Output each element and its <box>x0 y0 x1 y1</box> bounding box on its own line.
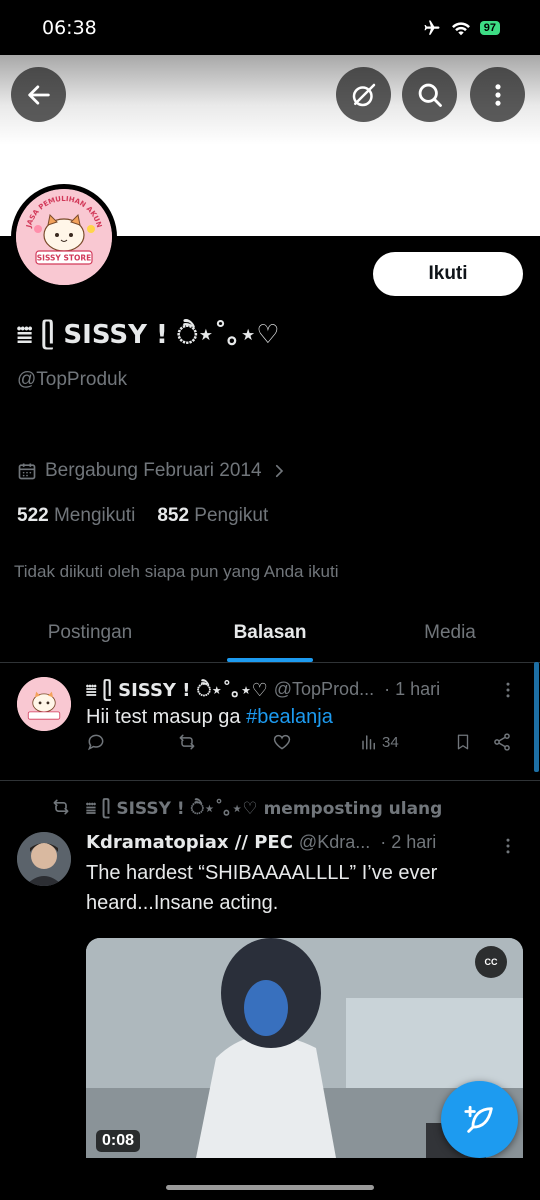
post-avatar[interactable] <box>17 832 71 886</box>
svg-text:SISSY STORE: SISSY STORE <box>37 254 92 263</box>
repost-button[interactable] <box>176 732 198 752</box>
post-author-handle[interactable]: @TopProd... <box>274 679 374 700</box>
post-author-name[interactable]: ⩸ ᥫ SISSY ! ੈ⋆˚｡⋆♡ <box>86 676 268 702</box>
post-time: · 1 hari <box>384 678 441 699</box>
views-count: 34 <box>382 733 399 751</box>
username-handle: @TopProduk <box>17 369 128 390</box>
back-button[interactable] <box>11 67 66 122</box>
post-text-body: Hii test masup ga <box>86 706 247 728</box>
post-time: · 2 hari <box>380 832 437 852</box>
following-label: Mengikuti <box>53 505 136 526</box>
post-item[interactable]: ⩸ ᥫ SISSY ! ੈ⋆˚｡⋆♡ @TopProd... · 1 hari … <box>0 664 540 780</box>
video-duration: 0:08 <box>96 1130 141 1152</box>
post-avatar[interactable] <box>17 677 71 731</box>
display-name: ⩸ ᥫ SISSY ! ੈ⋆˚｡⋆♡ <box>17 320 280 350</box>
battery-indicator: 97 <box>479 20 500 35</box>
feather-plus-icon <box>463 1105 493 1133</box>
tab-replies[interactable]: Balasan <box>180 603 360 662</box>
chevron-right-icon <box>275 464 283 478</box>
status-icons: 97 <box>422 19 500 37</box>
reply-button[interactable] <box>86 732 106 752</box>
calendar-icon <box>18 463 36 480</box>
post-more-icon[interactable] <box>498 836 518 856</box>
join-date-text: Bergabung Februari 2014 <box>45 460 262 481</box>
post-header: ⩸ ᥫ SISSY ! ੈ⋆˚｡⋆♡ @TopProd... · 1 hari <box>86 676 506 702</box>
search-icon <box>418 83 442 107</box>
reply-icon <box>87 734 104 751</box>
mutual-followers-note: Tidak diikuti oleh siapa pun yang Anda i… <box>14 562 339 581</box>
share-icon <box>494 733 510 751</box>
follow-stats: 522 Mengikuti 852 Pengikut <box>17 505 268 527</box>
heart-icon <box>273 734 291 750</box>
bookmark-button[interactable] <box>454 732 472 752</box>
avatar-image: JASA PEMULIHAN AKUN SISSY STORE <box>16 189 112 285</box>
post-text: The hardest “SHIBAAAALLLL” I’ve ever hea… <box>86 862 438 914</box>
tab-posts[interactable]: Postingan <box>0 603 180 662</box>
slash-circle-icon <box>352 83 375 106</box>
post-author-name[interactable]: Kdramatopiax // PEC <box>86 832 293 853</box>
compose-post-button[interactable] <box>441 1081 518 1158</box>
wifi-icon <box>451 21 470 35</box>
like-button[interactable] <box>272 732 292 752</box>
hashtag-link[interactable]: #bealanja <box>246 706 333 728</box>
followers-label: Pengikut <box>194 505 269 526</box>
followers-count: 852 <box>157 505 190 526</box>
join-date[interactable]: Bergabung Februari 2014 <box>17 460 288 482</box>
status-bar: 06:38 97 <box>0 0 540 55</box>
following-count: 522 <box>17 505 49 526</box>
share-button[interactable] <box>492 732 512 752</box>
airplane-icon <box>424 20 440 35</box>
tab-media[interactable]: Media <box>360 603 540 662</box>
post-more-icon[interactable] <box>498 680 518 700</box>
bookmark-icon <box>457 734 469 750</box>
person-avatar-icon <box>17 832 71 886</box>
store-logo-icon: JASA PEMULIHAN AKUN SISSY STORE <box>16 189 112 285</box>
followers-stat[interactable]: 852 Pengikut <box>157 505 268 527</box>
captions-button[interactable]: CC <box>475 946 507 978</box>
gesture-home-bar[interactable] <box>166 1185 374 1190</box>
views-button[interactable]: 34 <box>360 733 399 751</box>
status-time: 06:38 <box>42 16 97 39</box>
grok-button[interactable] <box>336 67 391 122</box>
search-button[interactable] <box>402 67 457 122</box>
post-header: Kdramatopiax // PEC @Kdra... · 2 hari <box>86 832 506 853</box>
bar-chart-icon <box>362 735 375 750</box>
profile-tabs: Postingan Balasan Media <box>0 603 540 663</box>
post-author-handle[interactable]: @Kdra... <box>299 832 370 853</box>
repost-icon <box>179 734 195 750</box>
following-stat[interactable]: 522 Mengikuti <box>17 505 135 527</box>
arrow-left-icon <box>27 84 50 105</box>
follow-button[interactable]: Ikuti <box>373 252 523 296</box>
more-vertical-icon <box>494 83 501 106</box>
store-logo-icon <box>17 677 71 731</box>
more-options-button[interactable] <box>470 67 525 122</box>
post-text: Hii test masup ga #bealanja <box>86 702 506 732</box>
profile-avatar[interactable]: JASA PEMULIHAN AKUN SISSY STORE <box>11 184 117 290</box>
